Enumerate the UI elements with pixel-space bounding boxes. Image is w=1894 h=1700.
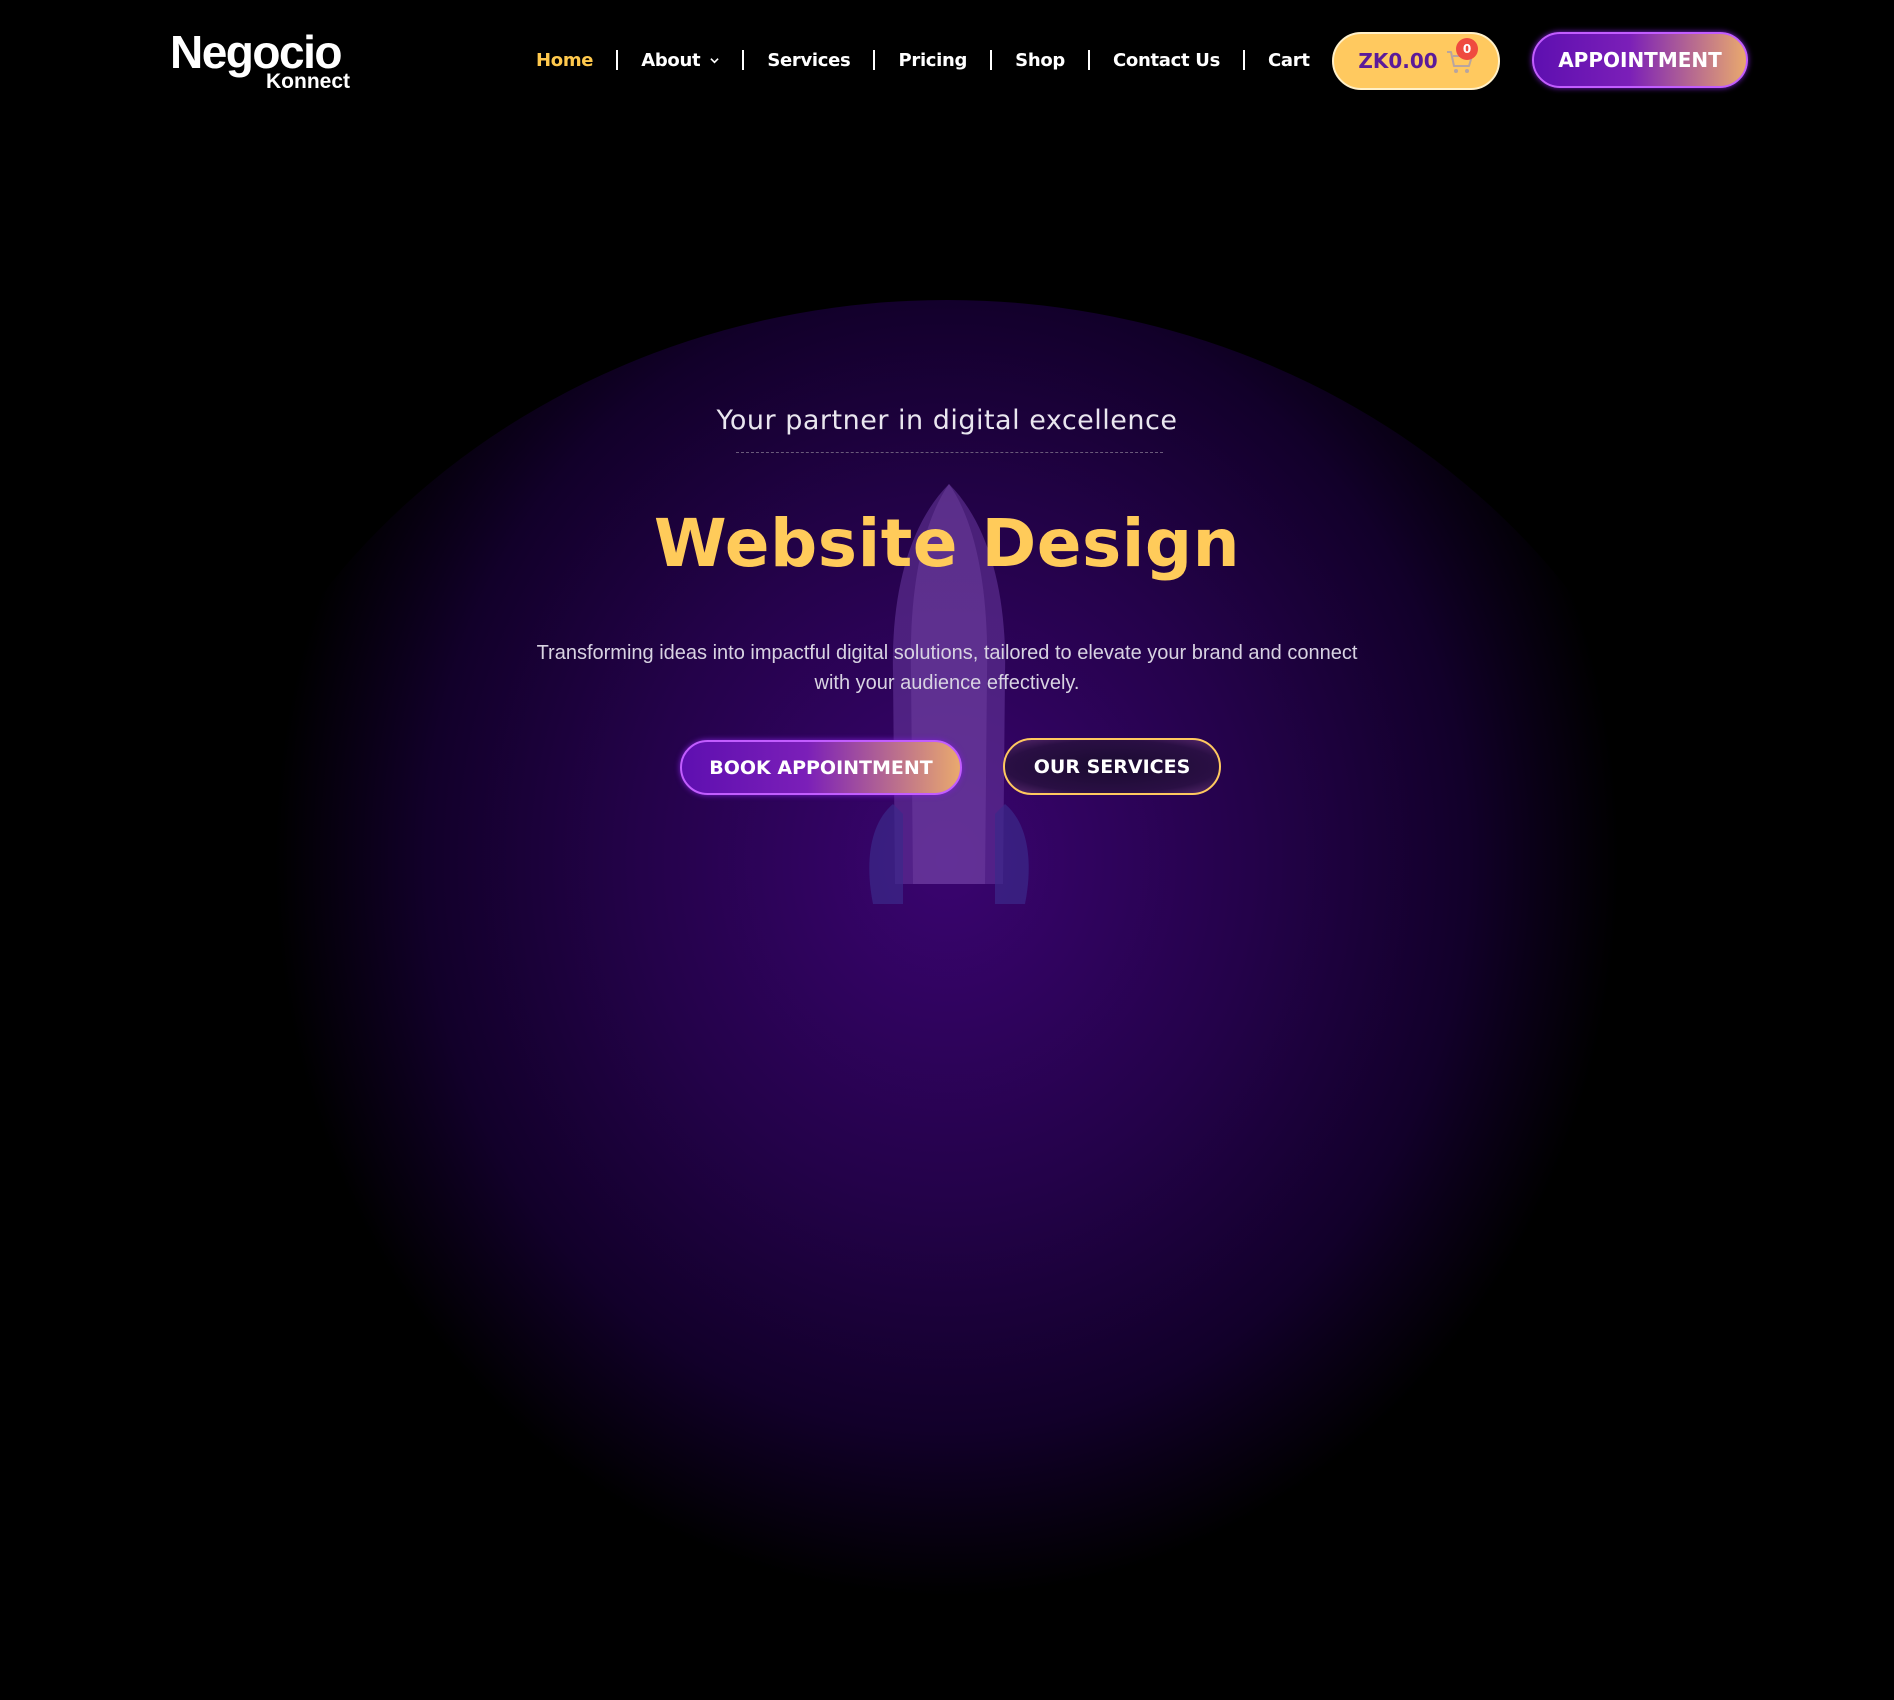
nav-contact-us[interactable]: Contact Us [1113,50,1220,71]
nav-shop[interactable]: Shop [1015,50,1065,71]
nav-separator [742,50,745,70]
hero-headline: Website Design [653,505,1241,582]
nav-separator [1243,50,1246,70]
book-appointment-button[interactable]: BOOK APPOINTMENT [680,740,962,795]
appointment-button[interactable]: APPOINTMENT [1532,32,1748,88]
main-nav: Home About Services Pricing Shop Contact… [536,46,1310,74]
nav-services[interactable]: Services [767,50,850,71]
logo[interactable]: Negocio Konnect [170,26,360,93]
logo-text-primary: Negocio [170,26,342,78]
chevron-down-icon [710,57,719,63]
cart-count-badge: 0 [1456,38,1478,60]
nav-about-label: About [641,49,701,71]
nav-separator [873,50,876,70]
our-services-button[interactable]: OUR SERVICES [1003,738,1221,795]
nav-separator [990,50,993,70]
nav-pricing[interactable]: Pricing [898,50,967,71]
nav-cart[interactable]: Cart [1268,50,1310,71]
nav-about[interactable]: About [641,50,719,71]
tagline-divider [736,452,1163,453]
nav-home[interactable]: Home [536,50,594,71]
site-header: Negocio Konnect Home About Services Pric… [0,0,1894,120]
logo-text-secondary: Konnect [266,70,350,93]
hero-description: Transforming ideas into impactful digita… [536,642,1358,694]
nav-separator [1088,50,1090,70]
hero-tagline: Your partner in digital excellence [716,405,1178,436]
cart-amount: ZK0.00 [1358,49,1438,73]
nav-separator [616,50,619,70]
